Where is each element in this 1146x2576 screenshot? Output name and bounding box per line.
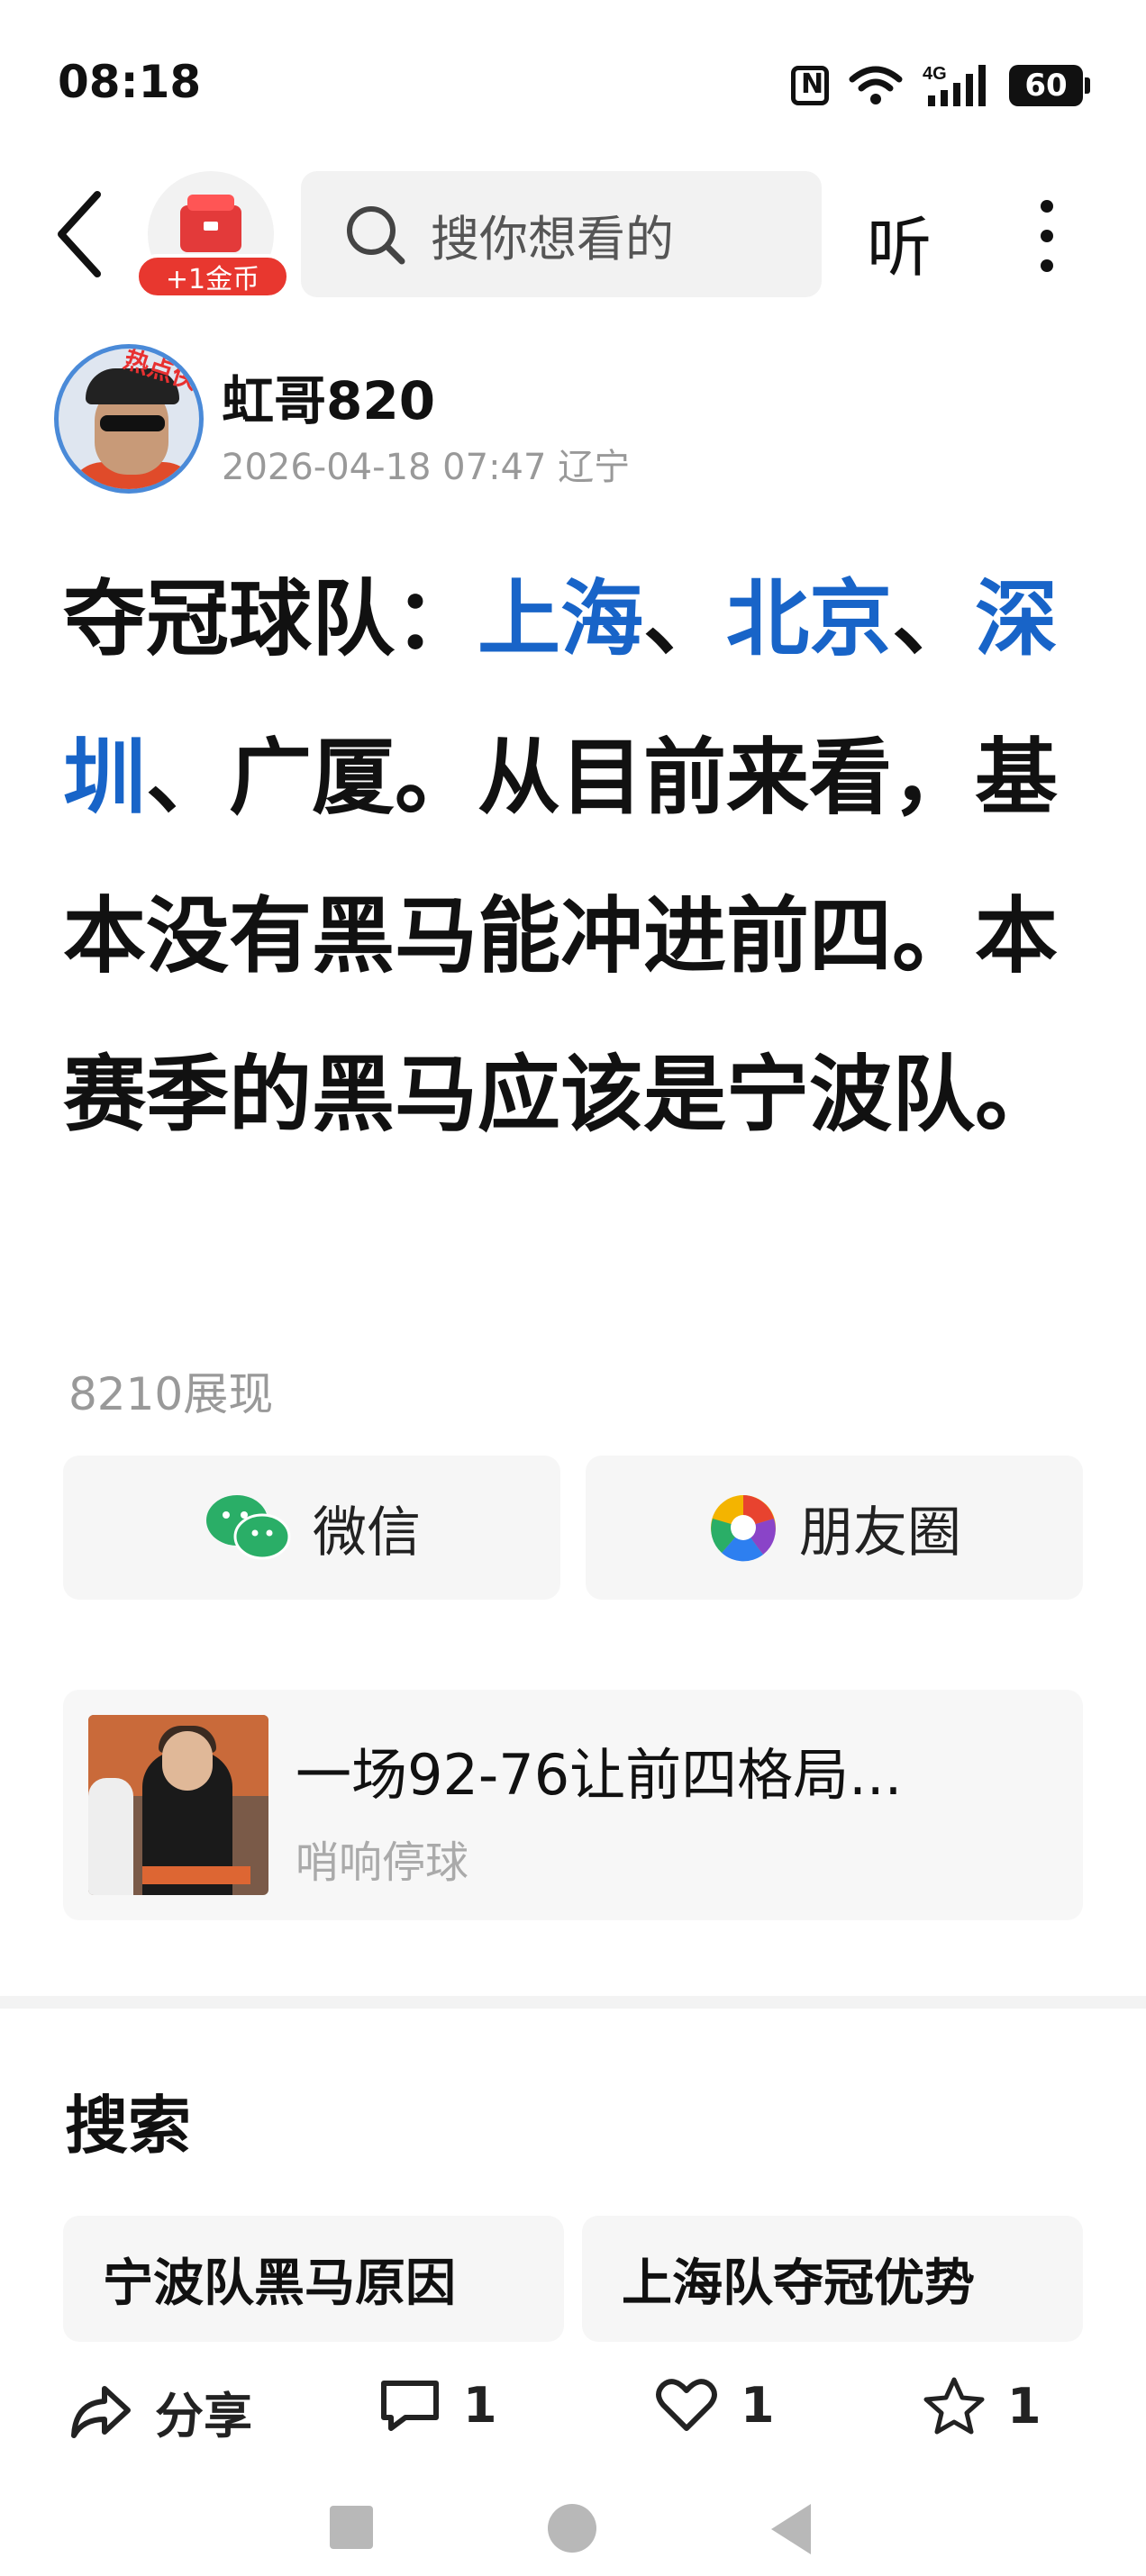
search-suggestion[interactable]: 上海队夺冠优势 bbox=[582, 2216, 1083, 2342]
related-article-card[interactable]: 一场92-76让前四格局... 哨响停球 bbox=[63, 1690, 1083, 1920]
comment-button[interactable]: 1 bbox=[378, 2376, 497, 2434]
article-text: 、 bbox=[643, 571, 727, 667]
author-name[interactable]: 虹哥820 bbox=[222, 358, 435, 434]
search-input[interactable]: 搜你想看的 bbox=[301, 171, 822, 297]
network-label: 4G bbox=[923, 64, 947, 84]
moments-icon bbox=[711, 1495, 776, 1562]
listen-button[interactable]: 听 bbox=[867, 195, 932, 289]
home-icon[interactable] bbox=[548, 2504, 596, 2553]
share-moments-label: 朋友圈 bbox=[799, 1501, 961, 1565]
share-wechat-label: 微信 bbox=[313, 1501, 421, 1565]
search-suggestions: 宁波队黑马原因 上海队夺冠优势 bbox=[63, 2216, 1083, 2342]
share-label: 分享 bbox=[155, 2388, 252, 2444]
signal-icon: 4G bbox=[923, 63, 989, 108]
author-meta: 2026-04-18 07:47 辽宁 bbox=[222, 447, 631, 488]
share-wechat-button[interactable]: 微信 bbox=[63, 1456, 560, 1600]
related-article-thumbnail bbox=[88, 1715, 268, 1895]
battery-icon: 60 bbox=[1009, 65, 1090, 106]
view-count: 8210展现 bbox=[68, 1368, 274, 1420]
related-article-source: 哨响停球 bbox=[296, 1837, 469, 1888]
heart-icon bbox=[656, 2379, 717, 2431]
status-time: 08:18 bbox=[58, 56, 202, 108]
topic-link-beijing[interactable]: 北京 bbox=[726, 571, 892, 667]
system-nav-bar bbox=[0, 2486, 1146, 2576]
bottom-action-bar: 分享 1 1 1 bbox=[0, 2367, 1146, 2466]
coin-label: +1金币 bbox=[135, 254, 290, 299]
comment-icon bbox=[381, 2381, 439, 2431]
like-button[interactable]: 1 bbox=[654, 2376, 775, 2434]
share-icon bbox=[71, 2385, 131, 2438]
avatar[interactable]: 热点侠 bbox=[54, 344, 204, 494]
share-button[interactable]: 分享 bbox=[68, 2376, 252, 2447]
wechat-icon bbox=[206, 1495, 291, 1560]
author-header: 热点侠 虹哥820 2026-04-18 07:47 辽宁 bbox=[54, 344, 1090, 497]
search-suggestion[interactable]: 宁波队黑马原因 bbox=[63, 2216, 564, 2342]
article-text: 、广厦。从目前来看，基本没有黑马能冲进前四。本赛季的黑马应该是宁波队。 bbox=[63, 730, 1059, 1143]
star-icon bbox=[923, 2377, 985, 2435]
search-section-heading: 搜索 bbox=[65, 2089, 191, 2163]
more-icon[interactable] bbox=[1029, 191, 1065, 281]
gift-icon bbox=[180, 195, 241, 252]
topic-link-shanghai[interactable]: 上海 bbox=[478, 571, 643, 667]
top-nav: +1金币 搜你想看的 听 bbox=[0, 168, 1146, 303]
favorite-count: 1 bbox=[1007, 2377, 1041, 2435]
coin-reward-button[interactable]: +1金币 bbox=[135, 171, 290, 306]
like-count: 1 bbox=[741, 2376, 775, 2434]
favorite-button[interactable]: 1 bbox=[923, 2376, 1041, 2435]
search-icon bbox=[347, 206, 405, 265]
status-bar: 08:18 4G 60 bbox=[0, 0, 1146, 171]
section-divider bbox=[0, 1996, 1146, 2009]
status-icons: 4G 60 bbox=[791, 63, 1090, 108]
recent-apps-icon[interactable] bbox=[330, 2506, 373, 2549]
back-icon bbox=[58, 191, 101, 277]
comment-count: 1 bbox=[463, 2376, 497, 2434]
system-back-icon[interactable] bbox=[771, 2504, 811, 2554]
back-button[interactable] bbox=[52, 189, 115, 279]
share-moments-button[interactable]: 朋友圈 bbox=[586, 1456, 1083, 1600]
share-row: 微信 朋友圈 bbox=[63, 1456, 1083, 1600]
article-text: 、 bbox=[892, 571, 976, 667]
article-body: 夺冠球队：上海、北京、深圳、广厦。从目前来看，基本没有黑马能冲进前四。本赛季的黑… bbox=[63, 540, 1090, 1175]
article-text: 夺冠球队： bbox=[63, 571, 478, 667]
search-placeholder: 搜你想看的 bbox=[431, 210, 674, 268]
nfc-icon bbox=[791, 66, 829, 105]
related-article-title: 一场92-76让前四格局... bbox=[296, 1742, 903, 1808]
wifi-icon bbox=[849, 65, 903, 106]
